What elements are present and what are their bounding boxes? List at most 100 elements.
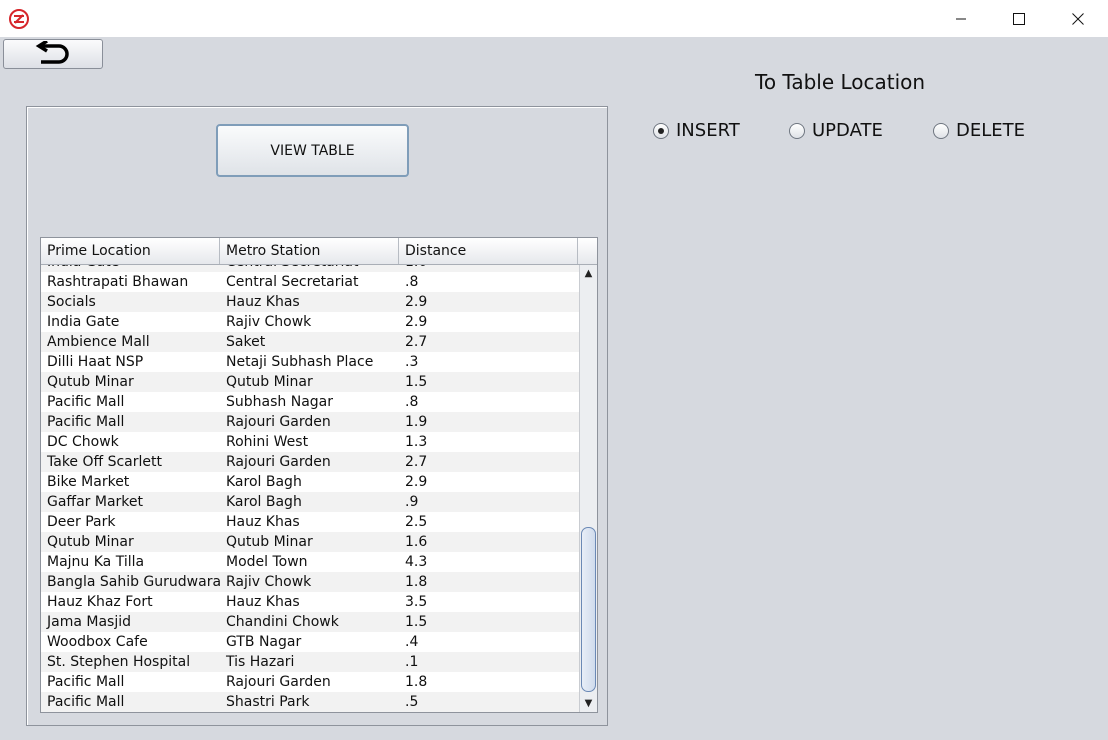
table-row[interactable]: Pacific Mall Rajouri Garden 1.8	[41, 672, 579, 692]
back-button[interactable]	[3, 39, 103, 69]
cell-distance[interactable]: .4	[399, 632, 579, 652]
radio-insert[interactable]: INSERT	[653, 120, 740, 141]
close-button[interactable]	[1055, 0, 1101, 37]
cell-prime-location[interactable]: Ambience Mall	[41, 332, 220, 352]
table-row[interactable]: Deer Park Hauz Khas 2.5	[41, 512, 579, 532]
table-row[interactable]: Majnu Ka Tilla Model Town 4.3	[41, 552, 579, 572]
radio-button-icon[interactable]	[789, 122, 805, 139]
cell-metro-station[interactable]: Central Secretariat	[220, 265, 399, 272]
cell-distance[interactable]: 2.7	[399, 452, 579, 472]
cell-metro-station[interactable]: Karol Bagh	[220, 492, 399, 512]
table-row[interactable]: Hauz Khaz Fort Hauz Khas 3.5	[41, 592, 579, 612]
cell-metro-station[interactable]: Hauz Khas	[220, 292, 399, 312]
table-row[interactable]: DC Chowk Rohini West 1.3	[41, 432, 579, 452]
cell-metro-station[interactable]: Chandini Chowk	[220, 612, 399, 632]
cell-prime-location[interactable]: Pacific Mall	[41, 672, 220, 692]
cell-distance[interactable]: 1.3	[399, 432, 579, 452]
cell-prime-location[interactable]: Bangla Sahib Gurudwara	[41, 572, 220, 592]
cell-distance[interactable]: .3	[399, 352, 579, 372]
column-header-metro-station[interactable]: Metro Station	[220, 238, 399, 264]
scrollbar-thumb[interactable]	[581, 527, 596, 692]
cell-prime-location[interactable]: Rashtrapati Bhawan	[41, 272, 220, 292]
cell-metro-station[interactable]: Hauz Khas	[220, 512, 399, 532]
cell-prime-location[interactable]: Socials	[41, 292, 220, 312]
cell-prime-location[interactable]: Pacific Mall	[41, 392, 220, 412]
cell-prime-location[interactable]: Dilli Haat NSP	[41, 352, 220, 372]
cell-distance[interactable]: .1	[399, 652, 579, 672]
table-row[interactable]: Qutub Minar Qutub Minar 1.5	[41, 372, 579, 392]
cell-metro-station[interactable]: Rajouri Garden	[220, 452, 399, 472]
cell-distance[interactable]: 2.7	[399, 332, 579, 352]
cell-metro-station[interactable]: Rajiv Chowk	[220, 572, 399, 592]
table-row[interactable]: Rashtrapati Bhawan Central Secretariat .8	[41, 272, 579, 292]
table-row[interactable]: Qutub Minar Qutub Minar 1.6	[41, 532, 579, 552]
cell-metro-station[interactable]: Qutub Minar	[220, 532, 399, 552]
cell-metro-station[interactable]: Rajouri Garden	[220, 672, 399, 692]
table-row[interactable]: Woodbox Cafe GTB Nagar .4	[41, 632, 579, 652]
cell-metro-station[interactable]: GTB Nagar	[220, 632, 399, 652]
cell-distance[interactable]: 3.5	[399, 592, 579, 612]
cell-metro-station[interactable]: Subhash Nagar	[220, 392, 399, 412]
cell-distance[interactable]: 1.6	[399, 532, 579, 552]
radio-button-icon[interactable]	[933, 122, 949, 139]
table-row[interactable]: Bike Market Karol Bagh 2.9	[41, 472, 579, 492]
cell-distance[interactable]: .8	[399, 392, 579, 412]
radio-delete[interactable]: DELETE	[933, 120, 1025, 141]
table-row[interactable]: Socials Hauz Khas 2.9	[41, 292, 579, 312]
cell-prime-location[interactable]: Take Off Scarlett	[41, 452, 220, 472]
table-row[interactable]: Pacific Mall Shastri Park .5	[41, 692, 579, 712]
cell-distance[interactable]: 1.5	[399, 372, 579, 392]
table-row[interactable]: Jama Masjid Chandini Chowk 1.5	[41, 612, 579, 632]
cell-prime-location[interactable]: Majnu Ka Tilla	[41, 552, 220, 572]
cell-prime-location[interactable]: Deer Park	[41, 512, 220, 532]
cell-metro-station[interactable]: Model Town	[220, 552, 399, 572]
cell-prime-location[interactable]: Pacific Mall	[41, 692, 220, 712]
cell-prime-location[interactable]: DC Chowk	[41, 432, 220, 452]
cell-distance[interactable]: 1.0	[399, 265, 579, 272]
cell-prime-location[interactable]: Gaffar Market	[41, 492, 220, 512]
cell-prime-location[interactable]: Qutub Minar	[41, 372, 220, 392]
cell-metro-station[interactable]: Karol Bagh	[220, 472, 399, 492]
column-header-distance[interactable]: Distance	[399, 238, 578, 264]
table-row[interactable]: Ambience Mall Saket 2.7	[41, 332, 579, 352]
table-row[interactable]: India GateCentral Secretariat1.0	[41, 265, 579, 272]
cell-prime-location[interactable]: Woodbox Cafe	[41, 632, 220, 652]
radio-button-icon[interactable]	[653, 122, 669, 139]
cell-prime-location[interactable]: India Gate	[41, 265, 220, 272]
cell-distance[interactable]: .5	[399, 692, 579, 712]
cell-distance[interactable]: 4.3	[399, 552, 579, 572]
cell-distance[interactable]: 1.5	[399, 612, 579, 632]
table-row[interactable]: St. Stephen Hospital Tis Hazari .1	[41, 652, 579, 672]
cell-distance[interactable]: 1.8	[399, 572, 579, 592]
cell-metro-station[interactable]: Qutub Minar	[220, 372, 399, 392]
cell-distance[interactable]: .9	[399, 492, 579, 512]
cell-metro-station[interactable]: Central Secretariat	[220, 272, 399, 292]
cell-metro-station[interactable]: Hauz Khas	[220, 592, 399, 612]
cell-prime-location[interactable]: Qutub Minar	[41, 532, 220, 552]
cell-metro-station[interactable]: Netaji Subhash Place	[220, 352, 399, 372]
table-row[interactable]: Dilli Haat NSP Netaji Subhash Place .3	[41, 352, 579, 372]
maximize-button[interactable]	[996, 0, 1042, 37]
table-row[interactable]: India Gate Rajiv Chowk 2.9	[41, 312, 579, 332]
cell-distance[interactable]: 2.9	[399, 292, 579, 312]
cell-prime-location[interactable]: Pacific Mall	[41, 412, 220, 432]
cell-distance[interactable]: 1.9	[399, 412, 579, 432]
table-row[interactable]: Take Off Scarlett Rajouri Garden 2.7	[41, 452, 579, 472]
cell-distance[interactable]: 1.8	[399, 672, 579, 692]
cell-distance[interactable]: 2.9	[399, 312, 579, 332]
cell-prime-location[interactable]: St. Stephen Hospital	[41, 652, 220, 672]
cell-prime-location[interactable]: India Gate	[41, 312, 220, 332]
cell-metro-station[interactable]: Rajiv Chowk	[220, 312, 399, 332]
cell-prime-location[interactable]: Hauz Khaz Fort	[41, 592, 220, 612]
cell-prime-location[interactable]: Bike Market	[41, 472, 220, 492]
column-header-prime-location[interactable]: Prime Location	[41, 238, 220, 264]
cell-metro-station[interactable]: Rohini West	[220, 432, 399, 452]
view-table-button[interactable]: VIEW TABLE	[216, 124, 409, 177]
cell-metro-station[interactable]: Saket	[220, 332, 399, 352]
minimize-button[interactable]	[938, 0, 984, 37]
scroll-down-arrow-icon[interactable]: ▼	[580, 695, 597, 711]
cell-prime-location[interactable]: Jama Masjid	[41, 612, 220, 632]
table-row[interactable]: Bangla Sahib Gurudwara Rajiv Chowk 1.8	[41, 572, 579, 592]
cell-distance[interactable]: 2.5	[399, 512, 579, 532]
table-row[interactable]: Pacific Mall Subhash Nagar .8	[41, 392, 579, 412]
